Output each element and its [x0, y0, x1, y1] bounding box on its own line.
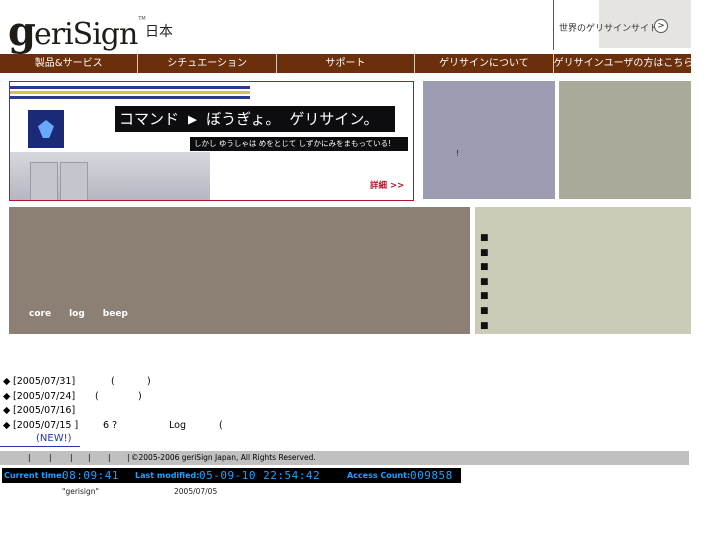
news-new-link[interactable]: (NEW!) — [0, 433, 80, 447]
news-date: [2005/07/16] — [13, 405, 76, 416]
news-text: ( — [111, 376, 115, 387]
last-modified-label: Last modified: — [135, 471, 200, 480]
news-text: ) — [147, 376, 151, 387]
news-item[interactable]: ◆ [2005/07/16] — [3, 404, 363, 419]
nav-situations[interactable]: シチュエーション — [138, 54, 277, 73]
diamond-icon: ◆ — [3, 390, 11, 402]
nav-about[interactable]: ゲリサインについて — [415, 54, 554, 73]
news-text: ( — [95, 390, 99, 402]
footer-separator: | — [28, 453, 31, 462]
last-modified-value: 05-09-10 22:54:42 — [199, 469, 321, 482]
world-sites-label: 世界のゲリサインサイト — [559, 24, 659, 34]
arrow-right-icon[interactable]: > — [654, 19, 668, 33]
site-date-note: 2005/07/05 — [174, 487, 218, 496]
site-name-note: "gerisign" — [62, 487, 99, 496]
bullet-list-panel: ■ ■ ■ ■ ■ ■ ■ — [475, 207, 691, 334]
news-item[interactable]: ◆ [2005/07/31] ( ) — [3, 375, 363, 390]
side-panel-blue[interactable]: ! — [423, 81, 555, 199]
footer-separator: | — [49, 453, 52, 462]
side-panel-mark: ! — [456, 149, 460, 158]
counter-bar: Current time: 08:09:41 Last modified: 05… — [2, 468, 461, 483]
news-text: 6 ? — [103, 419, 118, 431]
train-door — [60, 162, 88, 200]
promo-banner[interactable]: コマンド ▶ ぼうぎょ。 ゲリサイン。 しかし ゆうしゃは めをとじて しずかに… — [9, 81, 414, 201]
news-text: ) — [138, 390, 142, 402]
news-date: [2005/07/15 ] — [13, 419, 79, 431]
diamond-icon: ◆ — [3, 419, 11, 431]
footer-separator: | — [108, 453, 111, 462]
copyright: ©2005-2006 geriSign Japan, All Rights Re… — [131, 453, 316, 462]
feature-link-log[interactable]: log — [69, 309, 85, 319]
world-sites-link[interactable]: 世界のゲリサインサイト > — [553, 0, 691, 50]
footer-separator: | — [70, 453, 73, 462]
bullet-icon: ■ — [480, 233, 489, 243]
nav-support[interactable]: サポート — [277, 54, 416, 73]
nav-products[interactable]: 製品&サービス — [0, 54, 139, 73]
news-date: [2005/07/31] — [13, 376, 76, 387]
diamond-icon: ◆ — [3, 405, 11, 416]
banner-stripe — [10, 86, 250, 89]
logo-wordmark: eriSign — [33, 17, 138, 52]
news-list: ◆ [2005/07/31] ( ) ◆ [2005/07/24] ( ) ◆ … — [3, 375, 363, 433]
region-label: 日本 — [145, 24, 173, 40]
new-badge: (NEW!) — [36, 433, 72, 444]
train-window-image — [28, 110, 64, 148]
news-item[interactable]: ◆ [2005/07/24] ( ) — [3, 390, 363, 405]
nav-users[interactable]: ゲリサインユーザの方はこちら — [554, 54, 691, 73]
footer-separator: | — [127, 453, 130, 462]
access-count-label: Access Count: — [347, 471, 411, 480]
bullet-icon: ■ — [480, 276, 489, 287]
banner-stripe — [10, 96, 250, 99]
footer-separator: | — [88, 453, 91, 462]
news-text: Log — [169, 419, 186, 431]
bullet-icon: ■ — [480, 247, 489, 258]
banner-stripe — [10, 91, 250, 94]
bullet-icon: ■ — [480, 320, 489, 331]
side-panel-olive[interactable] — [559, 81, 691, 199]
train-door — [30, 162, 58, 200]
feature-panel: core log beep — [9, 207, 470, 334]
spark-icon — [38, 120, 54, 138]
feature-links: core log beep — [29, 309, 128, 319]
current-time-value: 08:09:41 — [62, 469, 119, 482]
diamond-icon: ◆ — [3, 376, 11, 387]
banner-subline: しかし ゆうしゃは めをとじて しずかにみをまもっている! — [190, 137, 408, 151]
banner-headline: コマンド ▶ ぼうぎょ。 ゲリサイン。 — [115, 106, 395, 132]
logo[interactable]: g eriSign TM — [8, 8, 146, 52]
footer-bar: | | | | | | ©2005-2006 geriSign Japan, A… — [0, 451, 689, 465]
news-item[interactable]: ◆ [2005/07/15 ] 6 ? Log ( — [3, 419, 363, 434]
bullet-icon: ■ — [480, 262, 489, 273]
feature-link-core[interactable]: core — [29, 309, 51, 319]
access-count-value: 009858 — [410, 469, 453, 482]
logo-initial: g — [8, 8, 36, 55]
bullet-icon: ■ — [480, 291, 489, 302]
banner-detail-link[interactable]: 詳細 >> — [370, 179, 404, 191]
bullet-icon: ■ — [480, 305, 489, 316]
feature-link-beep[interactable]: beep — [103, 309, 128, 319]
news-date: [2005/07/24] — [13, 390, 76, 402]
main-nav: 製品&サービス シチュエーション サポート ゲリサインについて ゲリサインユーザ… — [0, 54, 691, 73]
current-time-label: Current time: — [4, 471, 65, 480]
news-text: ( — [219, 419, 223, 431]
